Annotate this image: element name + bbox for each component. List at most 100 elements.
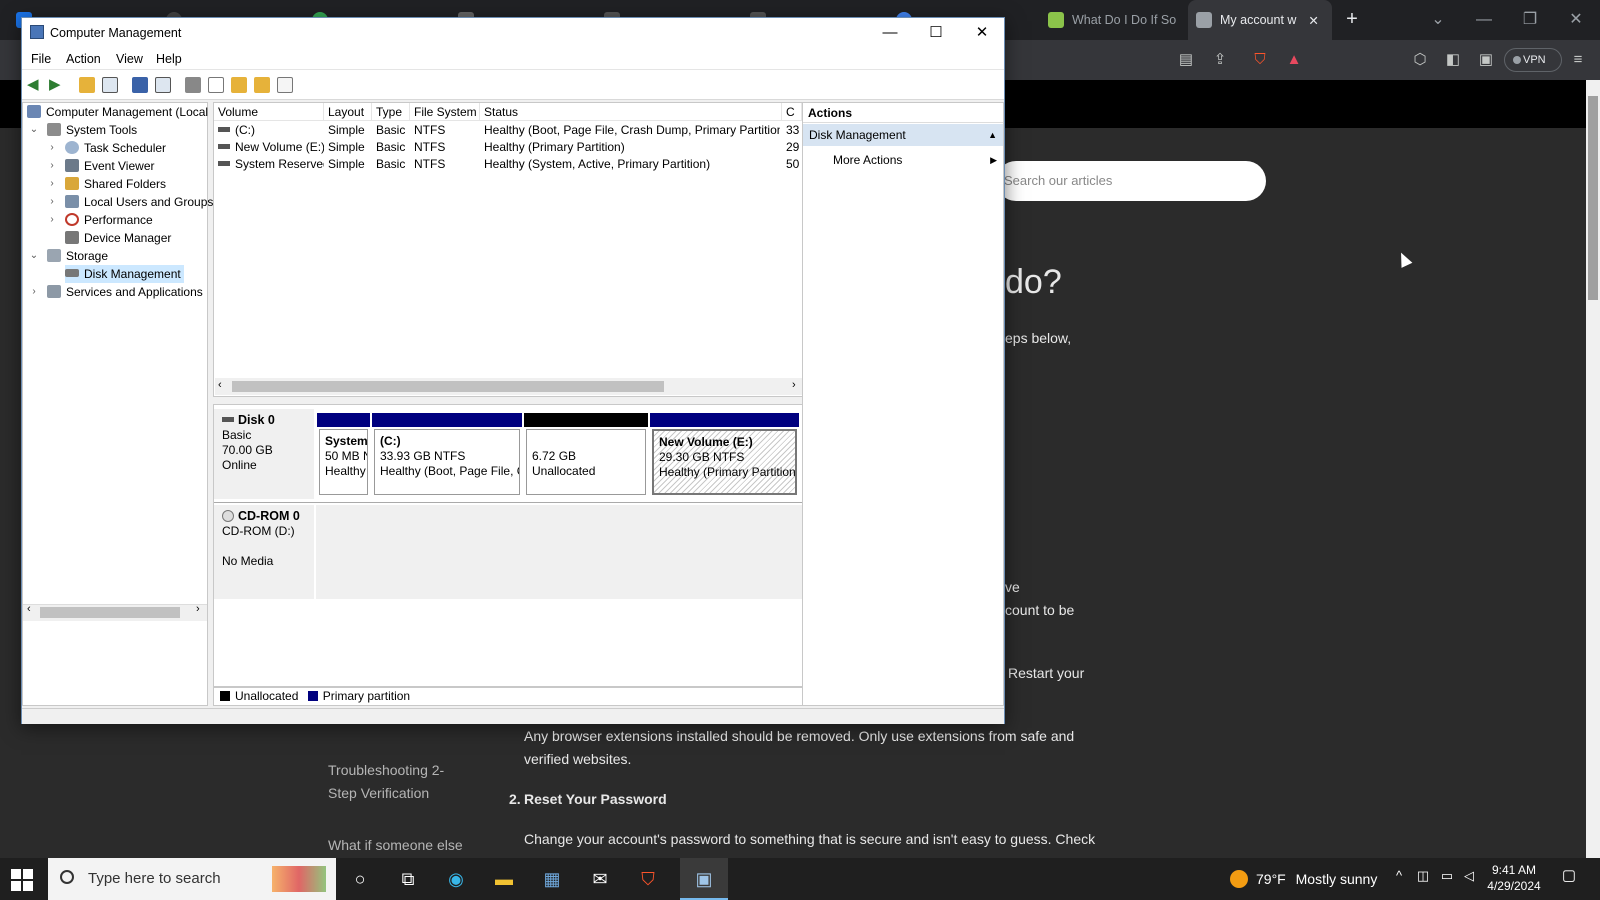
menu-help[interactable]: Help (156, 52, 182, 66)
expand-icon[interactable]: › (47, 157, 57, 175)
brave-icon[interactable]: ⛉ (624, 858, 672, 900)
task-view-icon[interactable]: ⧉ (384, 858, 432, 900)
reader-mode-icon[interactable]: ▤ (1176, 50, 1196, 70)
show-hidden-icons-icon[interactable]: ^ (1390, 868, 1408, 888)
forward-icon[interactable]: ▶ (49, 77, 65, 93)
computer-management-taskbar-icon[interactable]: ▣ (680, 858, 728, 900)
folder-up-icon[interactable] (231, 77, 247, 93)
close-button[interactable]: ✕ (959, 18, 1005, 48)
expand-icon[interactable]: › (47, 175, 57, 193)
checklist-icon[interactable] (208, 77, 224, 93)
restore-icon[interactable]: ❐ (1510, 8, 1550, 32)
table-row[interactable]: (C:) (214, 122, 324, 139)
menu-action[interactable]: Action (66, 52, 101, 66)
brave-rewards-icon[interactable]: ▲ (1284, 50, 1304, 70)
table-row[interactable]: System Reserved (214, 156, 324, 173)
actions-section-disk-management[interactable]: Disk Management ▲ (803, 124, 1003, 146)
tree-item-event-viewer[interactable]: Event Viewer (65, 157, 154, 175)
partition-unallocated[interactable]: 6.72 GB Unallocated (526, 429, 646, 495)
edge-icon[interactable]: ◉ (432, 858, 480, 900)
tree-item-device-manager[interactable]: Device Manager (65, 229, 171, 247)
menu-icon[interactable]: ≡ (1568, 50, 1588, 70)
connect-icon[interactable] (185, 77, 201, 93)
brave-shields-icon[interactable]: ⛉ (1250, 50, 1270, 70)
show-hide-tree-icon[interactable] (102, 77, 118, 93)
sidebar-article-link[interactable]: What if someone else (328, 834, 463, 857)
page-scrollbar-thumb[interactable] (1588, 96, 1598, 300)
browser-tab[interactable]: What Do I Do If So (1040, 0, 1180, 40)
column-header-volume[interactable]: Volume (214, 103, 324, 121)
expand-icon[interactable]: › (47, 139, 57, 157)
taskbar-clock[interactable]: 9:41 AM 4/29/2024 (1478, 862, 1550, 894)
tree-item-storage[interactable]: Storage (47, 247, 108, 265)
maximize-button[interactable]: ☐ (913, 18, 959, 48)
properties-icon[interactable] (155, 77, 171, 93)
taskbar-search-input[interactable]: Type here to search (48, 858, 336, 900)
sidebar-article-link[interactable]: Troubleshooting 2-Step Verification (328, 759, 468, 805)
tree-item-disk-management[interactable]: Disk Management (65, 265, 184, 283)
cdrom-0-label[interactable]: CD-ROM 0 CD-ROM (D:) No Media (214, 505, 314, 599)
article-search-input[interactable]: Search our articles (996, 161, 1266, 201)
tree-item-task-scheduler[interactable]: Task Scheduler (65, 139, 166, 157)
scroll-right-icon[interactable]: › (792, 379, 796, 391)
network-icon[interactable]: ▭ (1438, 868, 1456, 888)
tree-root[interactable]: Computer Management (Local (27, 103, 208, 121)
expand-icon[interactable]: › (47, 211, 57, 229)
back-icon[interactable]: ◀ (27, 77, 43, 93)
tab-close-icon[interactable]: ✕ (1308, 13, 1318, 28)
column-header-capacity[interactable]: C (782, 103, 802, 121)
tree-item-system-tools[interactable]: System Tools (47, 121, 137, 139)
browser-tab-active[interactable]: My account w ✕ (1188, 0, 1332, 40)
expand-icon[interactable]: › (29, 283, 39, 301)
partition-c[interactable]: (C:) 33.93 GB NTFS Healthy (Boot, Page F… (374, 429, 520, 495)
scroll-left-icon[interactable]: ‹ (27, 603, 31, 615)
collapse-icon[interactable]: ⌄ (29, 247, 39, 265)
collapse-arrow-icon[interactable]: ▲ (988, 124, 997, 146)
new-tab-icon[interactable]: + (1340, 8, 1364, 32)
share-icon[interactable]: ⇪ (1210, 50, 1230, 70)
menu-file[interactable]: File (31, 52, 51, 66)
column-header-type[interactable]: Type (372, 103, 410, 121)
scroll-left-icon[interactable]: ‹ (218, 379, 222, 391)
meet-now-icon[interactable]: ◫ (1414, 868, 1432, 888)
close-icon[interactable]: ✕ (1556, 8, 1596, 32)
sidebar-icon[interactable]: ◧ (1443, 50, 1463, 70)
scroll-right-icon[interactable]: › (196, 603, 200, 615)
up-folder-icon[interactable] (79, 77, 95, 93)
weather-widget[interactable]: 79°F Mostly sunny (1230, 858, 1400, 900)
cortana-icon[interactable]: ○ (336, 858, 384, 900)
store-icon[interactable]: ▦ (528, 858, 576, 900)
column-header-layout[interactable]: Layout (324, 103, 372, 121)
list-view-icon[interactable] (277, 77, 293, 93)
volume-list-scrollbar-thumb[interactable] (232, 381, 664, 392)
tab-search-icon[interactable]: ⌄ (1418, 8, 1458, 32)
minimize-button[interactable]: — (867, 18, 913, 48)
vpn-button[interactable]: VPN (1504, 48, 1562, 72)
mail-icon[interactable]: ✉ (576, 858, 624, 900)
menu-view[interactable]: View (116, 52, 143, 66)
partition-new-volume-e[interactable]: New Volume (E:) 29.30 GB NTFS Healthy (P… (652, 429, 797, 495)
tree-item-services[interactable]: Services and Applications (47, 283, 203, 301)
column-header-filesystem[interactable]: File System (410, 103, 480, 121)
help-icon[interactable] (132, 77, 148, 93)
tree-item-shared-folders[interactable]: Shared Folders (65, 175, 166, 193)
tree-item-performance[interactable]: Performance (65, 211, 153, 229)
title-bar[interactable]: Computer Management — ☐ ✕ (22, 18, 1004, 48)
disk-0-label[interactable]: Disk 0 Basic 70.00 GB Online (214, 409, 314, 499)
more-actions-item[interactable]: More Actions ▶ (833, 150, 1003, 170)
extensions-icon[interactable]: ⬡ (1410, 50, 1430, 70)
tree-scrollbar-thumb[interactable] (40, 607, 180, 618)
windows-start-icon[interactable] (10, 868, 34, 892)
wallet-icon[interactable]: ▣ (1476, 50, 1496, 70)
column-header-status[interactable]: Status (480, 103, 782, 121)
notifications-icon[interactable]: ▢ (1560, 866, 1578, 886)
search-folder-icon[interactable] (254, 77, 270, 93)
minimize-icon[interactable]: — (1464, 8, 1504, 32)
volume-muted-icon[interactable]: ◁ (1460, 868, 1478, 888)
file-explorer-icon[interactable]: ▬ (480, 858, 528, 900)
expand-icon[interactable]: › (47, 193, 57, 211)
table-row[interactable]: New Volume (E:) (214, 139, 324, 156)
partition-system-reserved[interactable]: System 50 MB N Healthy (319, 429, 368, 495)
tree-item-local-users[interactable]: Local Users and Groups (65, 193, 213, 211)
collapse-icon[interactable]: ⌄ (29, 121, 39, 139)
